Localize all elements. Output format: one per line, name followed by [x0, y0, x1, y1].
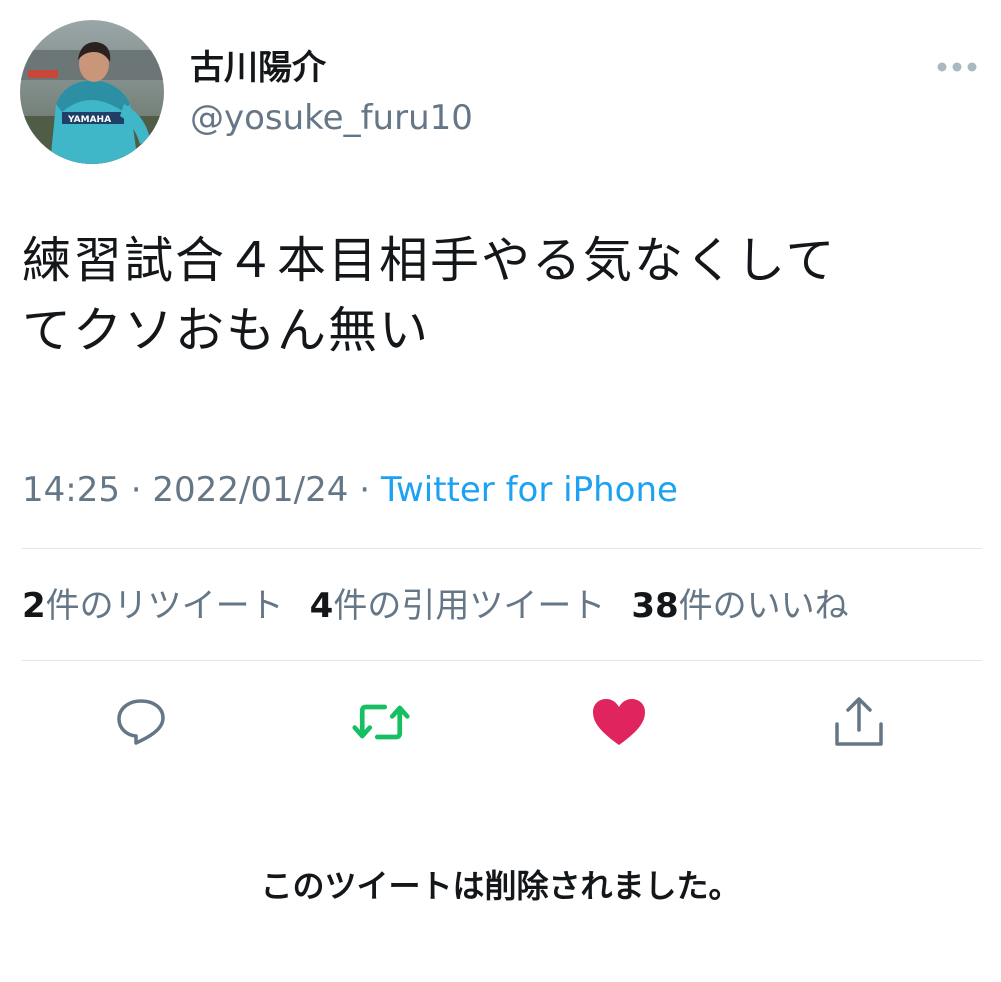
reply-icon [117, 699, 165, 745]
avatar-shirt-text: YAMAHA [67, 115, 111, 125]
tweet-screenshot: YAMAHA 古川陽介 @yosuke_furu10 練習試合４本目相手やる気な… [0, 0, 1001, 982]
divider [22, 660, 982, 661]
quotes-label: 件の引用ツイート [333, 586, 606, 626]
quotes-count: 4 [309, 586, 334, 626]
tweet-time[interactable]: 14:25 [22, 470, 120, 510]
user-handle[interactable]: @yosuke_furu10 [190, 98, 473, 138]
tweet-text-line: 練習試合４本目相手やる気なくして [22, 232, 837, 289]
tweet-source-link[interactable]: Twitter for iPhone [381, 470, 678, 510]
tweet-meta: 14:25 · 2022/01/24 · Twitter for iPhone [22, 468, 678, 512]
retweet-button[interactable] [351, 692, 411, 752]
retweet-icon [352, 704, 410, 740]
deleted-tweet-notice: このツイートは削除されました。 [260, 867, 741, 905]
tweet-stats: 2件のリツイート 4件の引用ツイート 38件のいいね [22, 584, 849, 628]
meta-separator: · [119, 470, 153, 510]
more-options-icon[interactable] [934, 55, 980, 79]
display-name[interactable]: 古川陽介 [190, 48, 326, 88]
tweet-text: 練習試合４本目相手やる気なくして てクソおもん無い [22, 226, 972, 366]
retweets-label: 件のリツイート [45, 586, 284, 626]
avatar[interactable]: YAMAHA [20, 20, 164, 164]
share-button[interactable] [829, 692, 889, 752]
likes-stat[interactable]: 38件のいいね [631, 584, 848, 628]
retweets-stat[interactable]: 2件のリツイート [22, 584, 284, 628]
share-icon [835, 697, 883, 746]
retweets-count: 2 [22, 586, 46, 626]
heart-icon [593, 699, 645, 745]
meta-separator: · [348, 470, 381, 510]
likes-label: 件のいいね [678, 586, 849, 626]
quotes-stat[interactable]: 4件の引用ツイート [310, 584, 606, 628]
likes-count: 38 [631, 586, 679, 626]
avatar-photo: YAMAHA [20, 20, 164, 164]
like-button[interactable] [589, 692, 649, 752]
tweet-date[interactable]: 2022/01/24 [152, 470, 348, 510]
divider [22, 548, 982, 549]
tweet-text-line: てクソおもん無い [22, 302, 431, 359]
reply-button[interactable] [111, 692, 171, 752]
